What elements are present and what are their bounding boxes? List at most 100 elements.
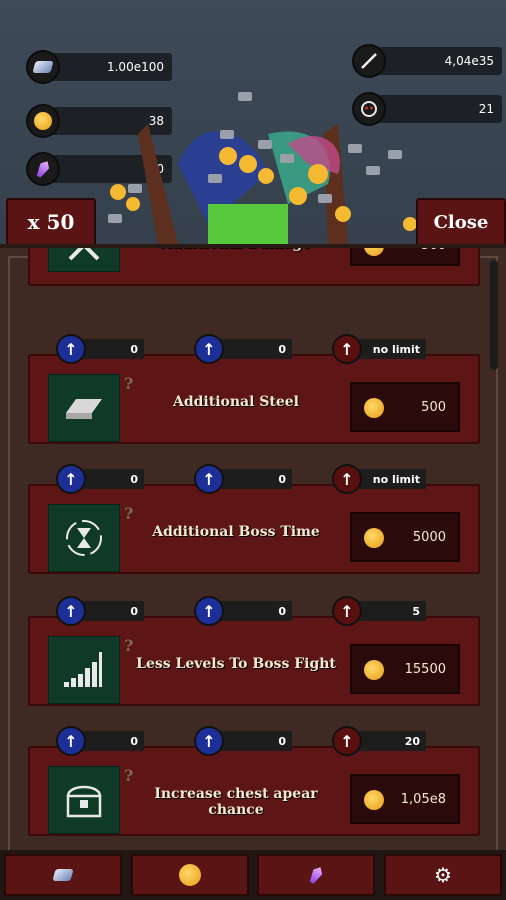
question-mark-icon[interactable]: ? <box>124 766 133 785</box>
up-arrow-icon[interactable]: ↑ <box>332 464 362 494</box>
price-label: 5000 <box>412 529 446 545</box>
control-value: 0 <box>218 731 292 751</box>
sword-icon <box>352 44 386 78</box>
up-arrow-icon[interactable]: ↑ <box>56 596 86 626</box>
upgrade-card: ? Less Levels To Boss Fight 15500 <box>28 616 480 706</box>
gold-coin-icon <box>364 660 384 680</box>
tab-crystal[interactable] <box>257 854 376 896</box>
control-value: 0 <box>80 601 144 621</box>
question-mark-icon[interactable]: ? <box>124 636 133 655</box>
price-label: 500 <box>421 399 446 415</box>
close-button[interactable]: Close <box>416 198 506 246</box>
up-arrow-icon[interactable]: ↑ <box>194 596 224 626</box>
up-arrow-icon[interactable]: ↑ <box>194 464 224 494</box>
upgrade-control: ↑ 5 <box>332 596 426 626</box>
control-value: 20 <box>356 731 426 751</box>
up-arrow-icon[interactable]: ↑ <box>332 726 362 756</box>
multiplier-button[interactable]: x 50 <box>6 198 96 246</box>
purple-crystal-icon <box>307 865 325 886</box>
scrollbar[interactable] <box>490 260 498 370</box>
upgrade-control: ↑ 0 <box>194 464 292 494</box>
control-value: 0 <box>218 601 292 621</box>
upgrade-control: ↑ 0 <box>56 334 144 364</box>
upgrade-controls: ↑ 0 ↑ 0 ↑ 5 <box>56 596 476 626</box>
upgrade-control: ↑ 0 <box>56 726 144 756</box>
control-value: 0 <box>218 339 292 359</box>
boss-counter: 21 <box>352 92 502 126</box>
close-label: Close <box>433 211 489 233</box>
question-mark-icon[interactable]: ? <box>124 374 133 393</box>
steel-gem-icon <box>26 50 60 84</box>
buy-button[interactable]: 1,05e8 <box>350 774 460 824</box>
upgrade-title: Less Levels To Boss Fight <box>136 656 336 672</box>
control-value: 0 <box>218 469 292 489</box>
control-value: no limit <box>356 469 426 489</box>
buy-button[interactable]: 15500 <box>350 644 460 694</box>
upgrade-control: ↑ no limit <box>332 334 426 364</box>
price-label: 1,05e8 <box>400 791 446 807</box>
gold-coin-icon <box>178 864 201 886</box>
damage-counter: 4,04e35 <box>352 44 502 78</box>
steel-ingot-icon <box>48 374 120 442</box>
bottom-tab-bar: ⚙ <box>0 850 506 900</box>
top-hud: 1.00e100 38 0 4,04e35 21 x 50 Close <box>0 0 506 250</box>
purple-crystal-icon <box>26 152 60 186</box>
steel-gem-icon <box>52 869 74 881</box>
upgrade-card: ? Increase chest apear chance 1,05e8 <box>28 746 480 836</box>
control-value: no limit <box>356 339 426 359</box>
buy-button[interactable]: 500 <box>350 382 460 432</box>
price-label: 15500 <box>404 661 446 677</box>
tab-settings[interactable]: ⚙ <box>383 854 502 896</box>
control-value: 0 <box>80 731 144 751</box>
upgrade-card: ? Additional Boss Time 5000 <box>28 484 480 574</box>
question-mark-icon[interactable]: ? <box>124 504 133 523</box>
upgrade-title: Increase chest apear chance <box>154 786 318 818</box>
steel-value: 1.00e100 <box>50 53 172 81</box>
boss-skull-icon <box>352 92 386 126</box>
up-arrow-icon[interactable]: ↑ <box>332 596 362 626</box>
gold-coin-icon <box>364 528 384 548</box>
control-value: 0 <box>80 339 144 359</box>
buy-button[interactable]: 500 <box>350 244 460 266</box>
tab-steel[interactable] <box>4 854 122 896</box>
treasure-chest-icon <box>48 766 120 834</box>
crossed-swords-icon <box>48 248 120 272</box>
level-bars-icon <box>48 636 120 704</box>
gear-icon: ⚙ <box>434 863 452 887</box>
upgrade-control: ↑ 0 <box>194 596 292 626</box>
hourglass-icon <box>48 504 120 572</box>
upgrade-card: ? Additional Steel 500 <box>28 354 480 444</box>
upgrade-control: ↑ 0 <box>56 464 144 494</box>
upgrade-controls: ↑ 0 ↑ 0 ↑ 20 <box>56 726 476 756</box>
control-value: 0 <box>80 469 144 489</box>
buy-button[interactable]: 5000 <box>350 512 460 562</box>
gold-coin-icon <box>364 398 384 418</box>
price-label: 500 <box>421 244 446 253</box>
upgrade-control: ↑ 0 <box>194 726 292 756</box>
up-arrow-icon[interactable]: ↑ <box>56 464 86 494</box>
upgrade-panel: Additional Damage 500 ? Additional Steel… <box>0 244 506 850</box>
upgrade-title: Additional Boss Time <box>152 524 320 540</box>
upgrade-title: Additional Steel <box>172 394 300 410</box>
multiplier-label: x 50 <box>27 210 75 234</box>
upgrade-card: Additional Damage 500 <box>28 244 480 286</box>
upgrade-controls: ↑ 0 ↑ 0 ↑ no limit <box>56 334 476 364</box>
upgrade-control: ↑ 0 <box>56 596 144 626</box>
control-value: 5 <box>356 601 426 621</box>
gold-coin-icon <box>364 790 384 810</box>
upgrade-control: ↑ 20 <box>332 726 426 756</box>
gold-coin-icon <box>26 104 60 138</box>
upgrade-control: ↑ no limit <box>332 464 426 494</box>
up-arrow-icon[interactable]: ↑ <box>194 334 224 364</box>
gold-coin-icon <box>364 248 384 256</box>
up-arrow-icon[interactable]: ↑ <box>56 334 86 364</box>
up-arrow-icon[interactable]: ↑ <box>56 726 86 756</box>
up-arrow-icon[interactable]: ↑ <box>332 334 362 364</box>
damage-value: 4,04e35 <box>376 47 502 75</box>
upgrade-controls: ↑ 0 ↑ 0 ↑ no limit <box>56 464 476 494</box>
tab-gold[interactable] <box>130 854 249 896</box>
upgrade-control: ↑ 0 <box>194 334 292 364</box>
steel-counter: 1.00e100 <box>26 50 172 84</box>
up-arrow-icon[interactable]: ↑ <box>194 726 224 756</box>
upgrade-title: Additional Damage <box>160 244 312 252</box>
